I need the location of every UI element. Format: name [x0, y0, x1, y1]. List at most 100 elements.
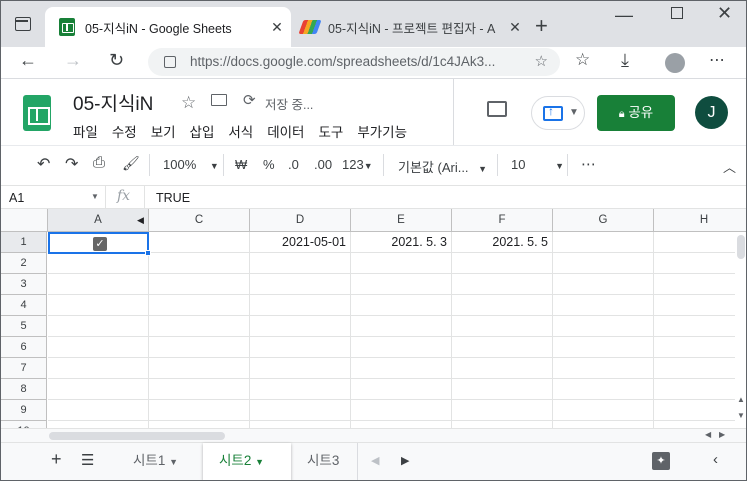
scroll-left-icon[interactable]: ◀ [705, 430, 711, 439]
cell-e1[interactable]: 2021. 5. 3 [351, 232, 452, 253]
column-header-e[interactable]: E [351, 209, 452, 232]
sheet-tab-label: 시트3 [307, 453, 340, 468]
name-box[interactable]: A1 [9, 191, 24, 205]
currency-format-button[interactable]: ₩ [235, 157, 247, 172]
collapse-toolbar-icon[interactable]: ︿ [723, 157, 736, 176]
column-header-h[interactable]: H [654, 209, 746, 232]
menu-view[interactable]: 보기 [151, 121, 176, 141]
add-sheet-icon[interactable]: + [51, 449, 62, 470]
paint-format-icon[interactable]: 🖌︎ [122, 155, 140, 172]
browser-tab-sheets[interactable]: 05-지식iN - Google Sheets ✕ [45, 7, 291, 47]
reload-icon[interactable]: ↻ [109, 50, 124, 71]
tab-actions-icon[interactable] [15, 17, 31, 31]
profile-icon[interactable] [665, 53, 685, 73]
star-icon[interactable]: ☆ [181, 93, 196, 113]
share-button[interactable]: 🔒︎ 공유 [597, 95, 675, 131]
horizontal-scrollbar[interactable]: ◀ ▶ [1, 428, 746, 442]
menu-data[interactable]: 데이터 [267, 121, 304, 141]
url-field[interactable]: https://docs.google.com/spreadsheets/d/1… [148, 48, 560, 76]
more-menu-icon[interactable]: ⋯ [709, 50, 725, 70]
close-tab-icon[interactable]: ✕ [263, 19, 291, 36]
maximize-icon[interactable] [671, 7, 683, 19]
back-icon[interactable]: ← [19, 50, 37, 71]
fill-handle[interactable] [145, 250, 151, 256]
scroll-down-icon[interactable]: ▼ [737, 411, 745, 420]
row-header[interactable]: 8 [1, 379, 47, 400]
formula-divider [105, 186, 106, 208]
sheet-tab-2[interactable]: 시트2 ▼ [203, 443, 291, 480]
avatar[interactable]: J [695, 96, 728, 129]
undo-icon[interactable]: ↶ [37, 154, 50, 174]
new-tab-icon[interactable]: + [535, 13, 548, 39]
column-header-c[interactable]: C [149, 209, 250, 232]
browser-tab-project-editor[interactable]: 05-지식iN - 프로젝트 편집자 - A ✕ [291, 7, 529, 47]
row-header[interactable]: 7 [1, 358, 47, 379]
vertical-scrollbar[interactable]: ▲ ▼ [735, 233, 746, 428]
saving-status: 저장 중... [265, 98, 314, 112]
cell-f1[interactable]: 2021. 5. 5 [452, 232, 553, 253]
print-icon[interactable]: ⎙ [93, 154, 105, 171]
row-header[interactable]: 9 [1, 400, 47, 421]
decrease-decimal-button[interactable]: .0 [288, 157, 299, 172]
chevron-down-icon: ▼ [209, 161, 219, 171]
percent-format-button[interactable]: % [263, 157, 275, 172]
downloads-icon[interactable]: ⤓ [621, 50, 629, 71]
doc-title[interactable]: 05-지식iN [73, 89, 153, 116]
favorites-icon[interactable]: ☆ [575, 50, 590, 70]
minimize-icon[interactable]: — [615, 5, 633, 26]
sheet-tab-1[interactable]: 시트1 ▼ [119, 443, 203, 480]
hidden-column-left-arrow-icon[interactable]: ◀ [137, 215, 144, 226]
vertical-scroll-thumb[interactable] [737, 235, 745, 259]
close-window-icon[interactable]: ✕ [717, 3, 732, 24]
present-button[interactable]: ▼ [531, 96, 585, 130]
menu-tools[interactable]: 도구 [318, 121, 343, 141]
move-folder-icon[interactable] [211, 94, 227, 106]
more-options-icon[interactable]: ⋯ [581, 155, 596, 173]
close-tab-icon[interactable]: ✕ [501, 19, 529, 36]
cell-d1[interactable]: 2021-05-01 [250, 232, 351, 253]
sheets-logo-icon[interactable] [23, 95, 51, 131]
increase-decimal-button[interactable]: .00 [314, 157, 332, 172]
spreadsheet-grid: A ◀ ▶ C D E F G H 1 2 3 4 5 6 7 8 9 10 ✓… [1, 209, 746, 431]
select-all-corner[interactable] [1, 209, 48, 232]
scroll-tabs-left-icon[interactable]: ◀ [371, 454, 379, 467]
menu-format[interactable]: 서식 [228, 121, 253, 141]
scroll-up-icon[interactable]: ▲ [737, 395, 745, 404]
number-format-select[interactable]: 123▼ [342, 157, 373, 172]
row-header[interactable]: 5 [1, 316, 47, 337]
menu-addons[interactable]: 부가기능 [357, 121, 407, 141]
row-header[interactable]: 1 [1, 232, 47, 253]
menu-file[interactable]: 파일 [73, 121, 98, 141]
formula-input[interactable]: TRUE [156, 191, 190, 205]
column-header-f[interactable]: F [452, 209, 553, 232]
zoom-select[interactable]: 100% ▼ [163, 157, 219, 172]
chevron-down-icon[interactable]: ▼ [91, 192, 99, 201]
all-sheets-icon[interactable]: ☰ [81, 451, 94, 469]
row-header[interactable]: 4 [1, 295, 47, 316]
collapse-side-panel-icon[interactable]: ‹ [713, 451, 718, 468]
menu-insert[interactable]: 삽입 [190, 121, 215, 141]
docs-header: 05-지식iN ☆ ⟳ 저장 중... 파일 수정 보기 삽입 서식 데이터 도… [1, 79, 746, 145]
row-header[interactable]: 3 [1, 274, 47, 295]
font-select[interactable]: 기본값 (Ari... ▼ [398, 157, 487, 176]
explore-icon[interactable]: ✦ [652, 452, 670, 470]
checkbox-checked-icon[interactable]: ✓ [93, 237, 107, 251]
tab-title: 05-지식iN - 프로젝트 편집자 - A [328, 21, 496, 36]
row-header[interactable]: 2 [1, 253, 47, 274]
add-favorite-icon[interactable]: ☆ [535, 48, 548, 76]
column-header-a[interactable]: A [48, 209, 149, 232]
comments-icon[interactable] [487, 101, 507, 117]
menu-edit[interactable]: 수정 [112, 121, 137, 141]
sheet-tab-3[interactable]: 시트3 [291, 443, 357, 480]
column-header-d[interactable]: D [250, 209, 351, 232]
cell-a1[interactable]: ✓ [48, 232, 149, 254]
redo-icon[interactable]: ↷ [65, 154, 78, 174]
scroll-tabs-right-icon[interactable]: ▶ [401, 454, 409, 467]
row-header[interactable]: 6 [1, 337, 47, 358]
scroll-right-icon[interactable]: ▶ [719, 430, 725, 439]
forward-icon[interactable]: → [64, 50, 82, 71]
font-size-select[interactable]: 10 ▼ [511, 157, 564, 172]
horizontal-scroll-thumb[interactable] [49, 432, 225, 440]
column-header-g[interactable]: G [553, 209, 654, 232]
toolbar-divider [149, 154, 150, 176]
